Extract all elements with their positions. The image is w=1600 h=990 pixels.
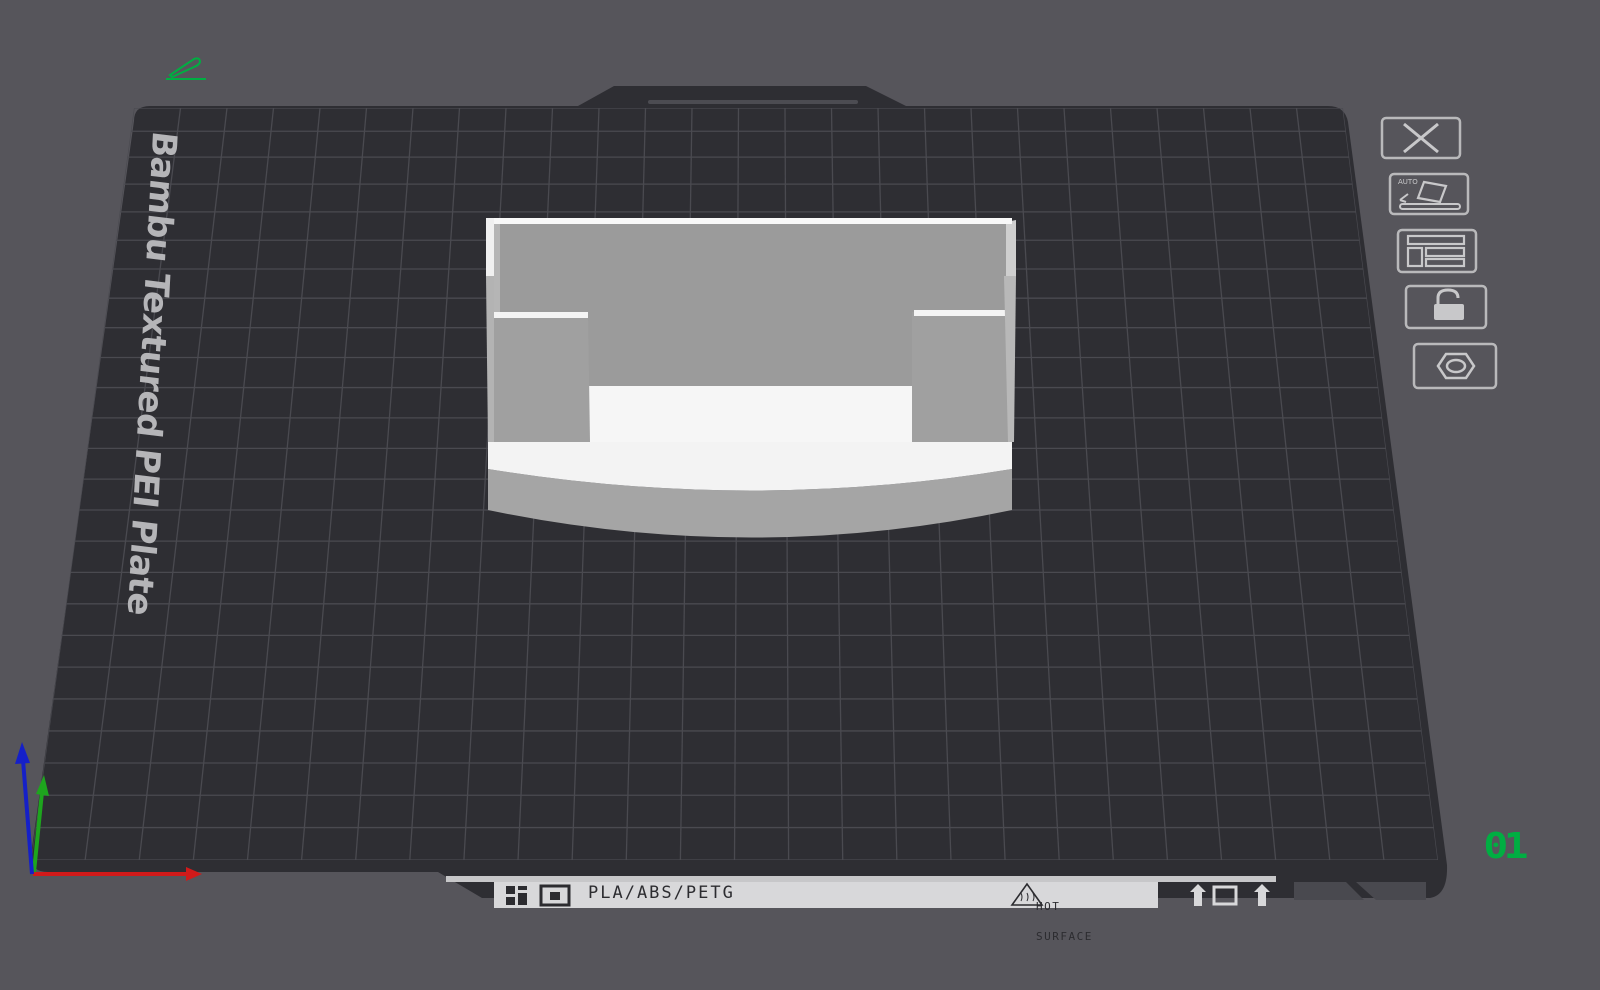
edit-plate-name-icon[interactable] (164, 55, 208, 81)
svg-text:AUTO: AUTO (1398, 178, 1418, 186)
hexagon-settings-icon (1436, 352, 1476, 380)
plate-number[interactable]: 01 (1483, 826, 1528, 867)
plate-settings-button[interactable] (1412, 342, 1500, 390)
3d-model-object[interactable] (486, 218, 1016, 538)
lock-plate-button[interactable] (1404, 284, 1490, 330)
arrange-button[interactable] (1396, 228, 1480, 274)
delete-plate-button[interactable] (1380, 116, 1464, 160)
auto-orient-icon: AUTO (1398, 178, 1461, 210)
hot-surface-label: HOT SURFACE (1036, 900, 1093, 943)
auto-orient-button[interactable]: AUTO (1388, 172, 1472, 216)
filament-types-label: PLA/ABS/PETG (588, 883, 735, 903)
lock-icon (1434, 288, 1464, 320)
3d-viewport[interactable]: Bambu Textured PEI Plate PLA/ABS/PETG HO… (0, 0, 1600, 990)
arrange-icon (1406, 234, 1466, 268)
